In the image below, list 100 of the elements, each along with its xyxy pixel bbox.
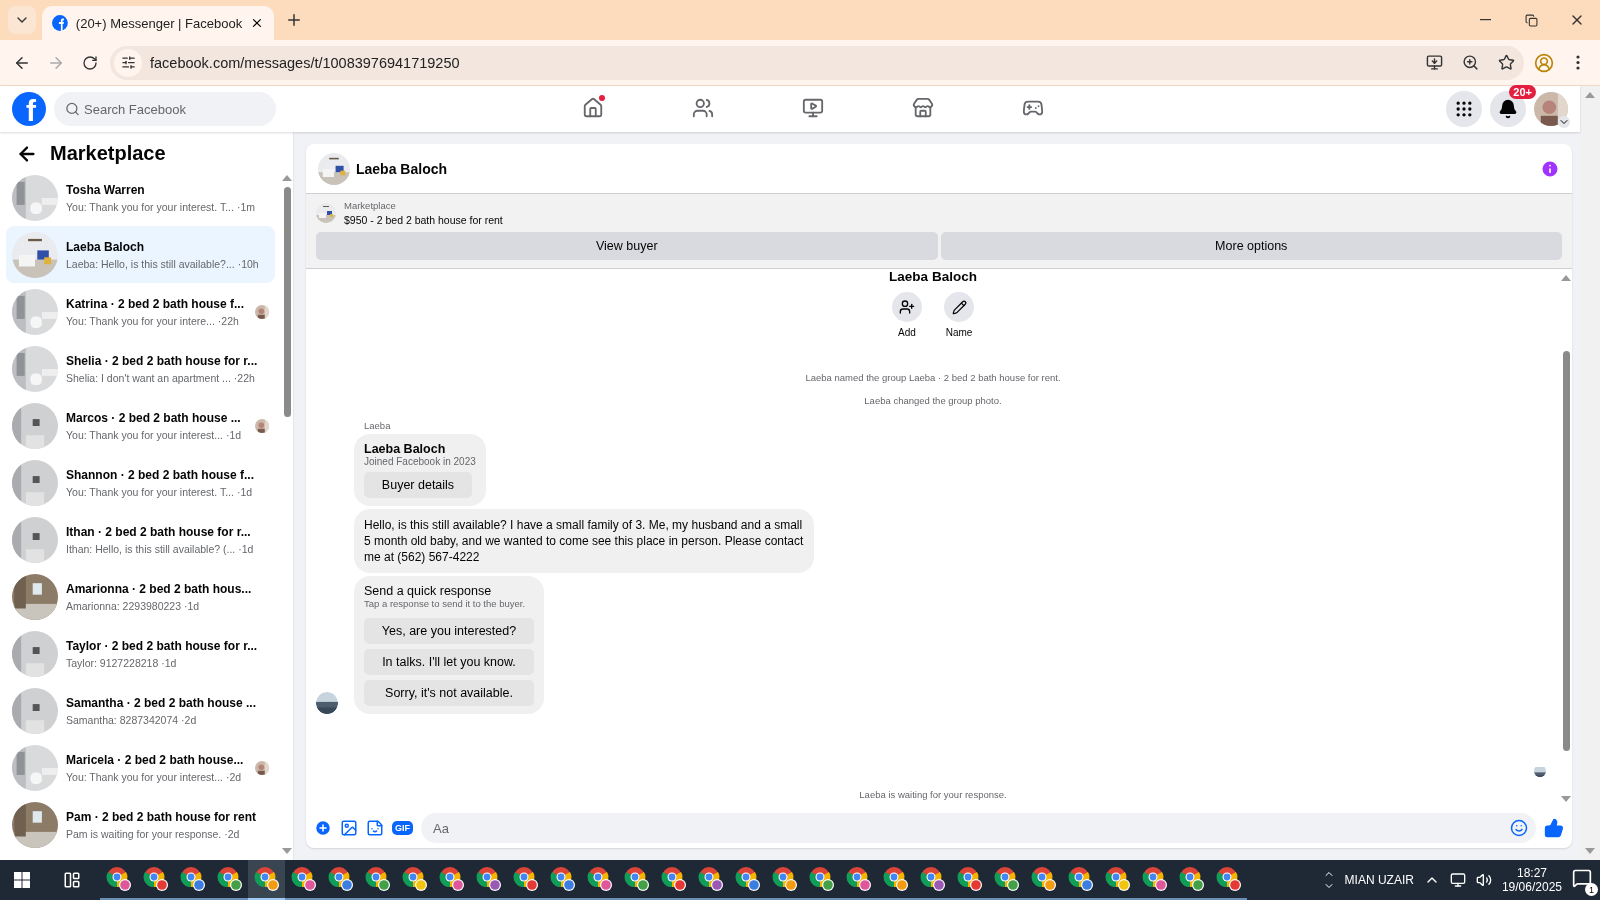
message-text: Hello, is this still available? I have a small family of 3. Me, my husband and a small 5 month old baby, and we wanted to come see this place in person. Please contact me at (562) 567-4222: [364, 517, 804, 565]
buyer-name: Laeba Baloch: [364, 442, 446, 456]
conversation-item[interactable]: Katrina · 2 bed 2 bath house f... You: Thank you for your intere... ·22h: [6, 283, 275, 340]
plus-icon: [285, 11, 303, 29]
conversation-name: Amarionna · 2 bed 2 bath hous...: [66, 580, 253, 598]
clock-time[interactable]: 18:27: [1516, 866, 1547, 880]
buyer-details-button[interactable]: Buyer details: [364, 472, 472, 498]
group-action-button[interactable]: [944, 292, 974, 322]
quick-response-button[interactable]: In talks. I'll let you know.: [364, 649, 534, 675]
close-icon[interactable]: [250, 16, 264, 30]
sender-name: Laeba: [364, 420, 391, 431]
waiting-status: Laeba is waiting for your response.: [859, 789, 1007, 800]
message-time: ·2d: [226, 771, 242, 784]
page-scrollbar[interactable]: [1580, 86, 1600, 860]
browser-icon: [327, 866, 354, 892]
quick-response-title: Send a quick response: [364, 584, 492, 598]
browser-icon: [290, 866, 317, 892]
conversation-item[interactable]: Shannon · 2 bed 2 bath house f... You: Thank you for your interest. T... ·1d: [6, 454, 275, 511]
grid-icon: [1454, 99, 1474, 119]
browser-icon: [1030, 866, 1057, 892]
add-icon[interactable]: [314, 819, 332, 837]
browser-icon: [105, 866, 132, 892]
browser-icon: [1178, 866, 1205, 892]
system-message: Laeba named the group Laeba · 2 bed 2 bath house for rent.: [805, 372, 1061, 383]
conversation-item[interactable]: Taylor · 2 bed 2 bath house for r... Taylor: 9127228218 ·1d: [6, 625, 275, 682]
quick-response-button[interactable]: Sorry, it's not available.: [364, 680, 534, 706]
conversation-name: Marcos · 2 bed 2 bath house ...: [66, 409, 242, 427]
account-caret-icon[interactable]: [1558, 116, 1570, 128]
conversation-name: Tosha Warren: [66, 181, 146, 199]
notification-dot: [599, 95, 605, 101]
conversation-item[interactable]: Amarionna · 2 bed 2 bath hous... Amarionna: 2293980223 ·1d: [6, 568, 275, 625]
minimize-icon: [1479, 19, 1491, 21]
menu-icon: [1576, 55, 1580, 70]
search-icon: [65, 101, 80, 117]
browser-icon: [438, 866, 465, 892]
taskbar-app-button[interactable]: [248, 860, 285, 900]
conversation-item[interactable]: Laeba Baloch Laeba: Hello, is this still available?... ·10h: [6, 226, 275, 283]
bell-icon: [1498, 99, 1518, 119]
browser-tab[interactable]: (20+) Messenger | Facebook: [42, 6, 274, 40]
listing-title: $950 - 2 bed 2 bath house for rent: [344, 214, 503, 226]
gif-button[interactable]: GIF: [392, 821, 413, 835]
conversation-item[interactable]: Ithan · 2 bed 2 bath house for r... Ithan: Hello, is this still available? (... ·1d: [6, 511, 275, 568]
emoji-icon[interactable]: [1510, 819, 1528, 837]
message-time: ·1d: [238, 543, 254, 556]
conversation-name: Taylor · 2 bed 2 bath house for r...: [66, 637, 259, 655]
clock-date[interactable]: 19/06/2025: [1501, 880, 1562, 894]
message-field[interactable]: Aa: [421, 813, 1536, 843]
browser-icon: [1104, 866, 1131, 892]
browser-icon: [1215, 866, 1242, 892]
browser-icon: [771, 866, 798, 892]
conversation-item[interactable]: Samantha · 2 bed 2 bath house ... Samantha: 8287342074 ·2d: [6, 682, 275, 739]
browser-icon: [364, 866, 391, 892]
info-icon[interactable]: [1540, 158, 1560, 179]
message-preview: Samantha: 8287342074: [66, 714, 179, 727]
message-time: ·2d: [181, 714, 197, 727]
reload-icon: [82, 54, 98, 71]
message-time: ·1d: [161, 657, 177, 670]
zoom-icon: [1461, 54, 1479, 71]
store-icon: [912, 96, 934, 119]
browser-icon: [697, 866, 724, 892]
message-preview: Amarionna: 2293980223: [66, 600, 181, 613]
browser-icon: [993, 866, 1020, 892]
system-message: Laeba changed the group photo.: [864, 395, 1002, 406]
conversation-item[interactable]: Marcos · 2 bed 2 bath house ... You: Thank you for your interest... ·1d: [6, 397, 275, 454]
image-icon[interactable]: [340, 819, 358, 837]
listing-button[interactable]: More options: [940, 232, 1562, 260]
message-preview: Pam is waiting for your response.: [66, 828, 222, 841]
joined-text: Joined Facebook in 2023: [364, 456, 476, 467]
like-icon[interactable]: [1544, 818, 1564, 838]
group-action-button[interactable]: [892, 292, 922, 322]
message-time: ·2d: [224, 828, 240, 841]
site-settings-button[interactable]: [114, 48, 142, 77]
action-label: Add: [898, 327, 916, 338]
menu-button[interactable]: [1446, 91, 1482, 127]
browser-icon: [919, 866, 946, 892]
message-preview: You: Thank you for your interest. T...: [66, 486, 234, 499]
profile-icon: [1534, 52, 1554, 73]
quick-response-button[interactable]: Yes, are you interested?: [364, 618, 534, 644]
message-preview: Shelia: I don't want an apartment ...: [66, 372, 231, 385]
star-icon: [1497, 54, 1515, 71]
facebook-logo[interactable]: f: [12, 92, 46, 126]
conversation-item[interactable]: Tosha Warren You: Thank you for your interest. T... ·1m: [6, 169, 275, 226]
url-text[interactable]: facebook.com/messages/t/10083976941719250: [150, 54, 460, 71]
conversation-item[interactable]: Shelia · 2 bed 2 bath house for r... Shelia: I don't want an apartment ... ·22h: [6, 340, 275, 397]
volume-icon[interactable]: [1475, 872, 1492, 888]
network-icon[interactable]: [1449, 872, 1466, 888]
browser-icon: [660, 866, 687, 892]
conversation-item[interactable]: Maricela · 2 bed 2 bath house... You: Thank you for your interest... ·2d: [6, 739, 275, 796]
listing-button[interactable]: View buyer: [316, 232, 938, 260]
message-time: ·1d: [226, 429, 242, 442]
conversation-item[interactable]: Pam · 2 bed 2 bath house for rent Pam is waiting for your response. ·2d: [6, 796, 275, 853]
user-name: MIAN UZAIR: [1344, 873, 1414, 887]
browser-icon: [512, 866, 539, 892]
message-time: ·1d: [236, 486, 253, 499]
browser-icon: [216, 866, 243, 892]
quick-response-hint: Tap a response to send it to the buyer.: [364, 598, 526, 609]
search-field[interactable]: Search Facebook: [54, 92, 276, 126]
sticker-icon[interactable]: [366, 819, 384, 837]
notification-icon[interactable]: [1572, 868, 1592, 888]
browser-icon: [253, 866, 280, 892]
